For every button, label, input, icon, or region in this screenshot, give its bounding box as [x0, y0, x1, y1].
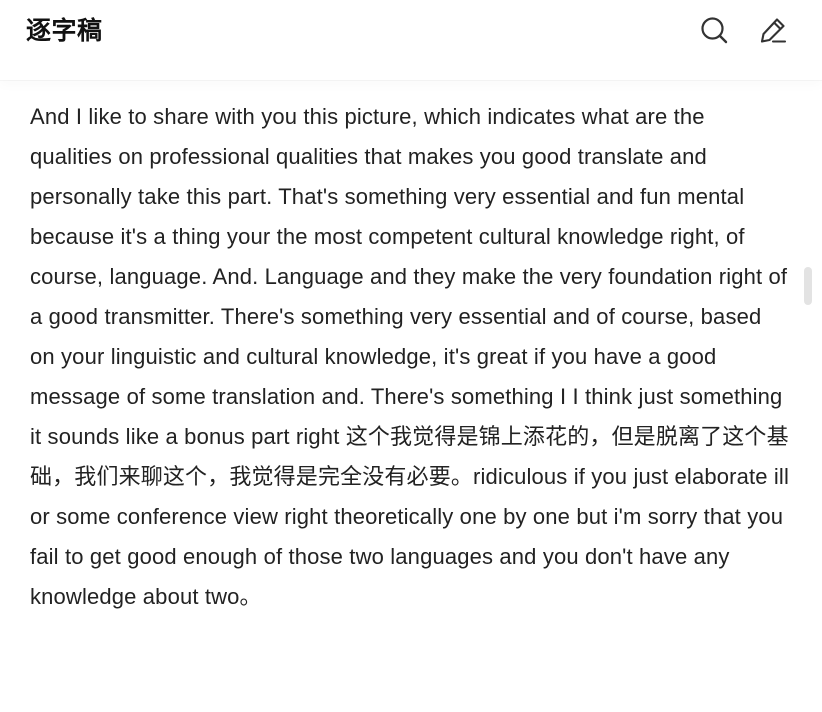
- app-header: 逐字稿: [0, 0, 822, 80]
- search-button[interactable]: [698, 14, 730, 46]
- transcript-text: And I like to share with you this pictur…: [30, 104, 790, 609]
- page-title: 逐字稿: [26, 17, 103, 45]
- search-icon: [701, 17, 728, 44]
- edit-button[interactable]: [757, 14, 789, 46]
- scrollbar-thumb[interactable]: [804, 267, 812, 305]
- edit-icon: [760, 18, 787, 43]
- transcript-body: And I like to share with you this pictur…: [30, 97, 790, 617]
